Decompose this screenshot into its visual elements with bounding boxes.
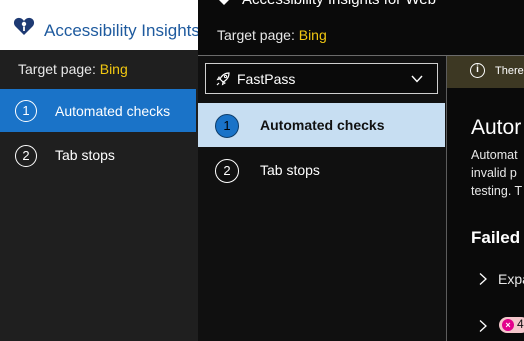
nav-label-tab-stops: Tab stops xyxy=(260,162,320,178)
nav-label-automated-checks: Automated checks xyxy=(260,117,385,133)
accessibility-insights-logo-icon xyxy=(13,17,35,35)
failure-count: 4 xyxy=(517,317,524,331)
failed-instances-heading: Failed i xyxy=(471,228,524,247)
panel-divider xyxy=(446,56,447,341)
foreground-window: Accessibility Insights for Web Target pa… xyxy=(198,0,524,341)
target-page-value: Bing xyxy=(99,61,128,77)
rocket-icon xyxy=(216,72,230,86)
mode-dropdown[interactable]: FastPass xyxy=(205,63,438,94)
expand-all-label: Expa xyxy=(498,271,524,287)
front-target-page: Target page: Bing xyxy=(217,27,327,43)
chevron-down-icon xyxy=(411,75,423,83)
chevron-right-icon xyxy=(479,273,487,285)
failure-x-icon: × xyxy=(502,319,514,331)
content-description-line-2: invalid p xyxy=(471,166,517,180)
back-nav-label-tab-stops: Tab stops xyxy=(55,147,115,163)
info-icon: i xyxy=(470,63,485,78)
app-logo-icon xyxy=(219,0,229,5)
target-page-label: Target page: xyxy=(217,27,299,43)
content-description-line-1: Automat xyxy=(471,148,518,162)
back-nav-number-2: 2 xyxy=(15,145,37,167)
target-page-label: Target page: xyxy=(18,61,100,77)
nav-number-1: 1 xyxy=(215,114,239,138)
back-target-page: Target page: Bing xyxy=(18,61,128,77)
back-app-header: Accessibility Insights f xyxy=(0,0,200,50)
back-nav-label-automated-checks: Automated checks xyxy=(55,103,171,119)
back-app-title: Accessibility Insights f xyxy=(44,21,200,40)
mode-dropdown-value: FastPass xyxy=(237,71,296,87)
back-nav-number-1: 1 xyxy=(15,100,37,122)
chevron-right-icon[interactable] xyxy=(478,319,488,333)
content-heading: Autor xyxy=(471,116,522,139)
target-page-value: Bing xyxy=(298,27,327,43)
nav-number-2: 2 xyxy=(215,159,239,183)
info-banner-text: There xyxy=(495,65,524,77)
left-nav-panel xyxy=(198,56,446,341)
background-window: Accessibility Insights f Target page: Bi… xyxy=(0,0,200,341)
front-app-title: Accessibility Insights for Web xyxy=(242,0,436,8)
content-description-line-3: testing. T xyxy=(471,184,523,198)
